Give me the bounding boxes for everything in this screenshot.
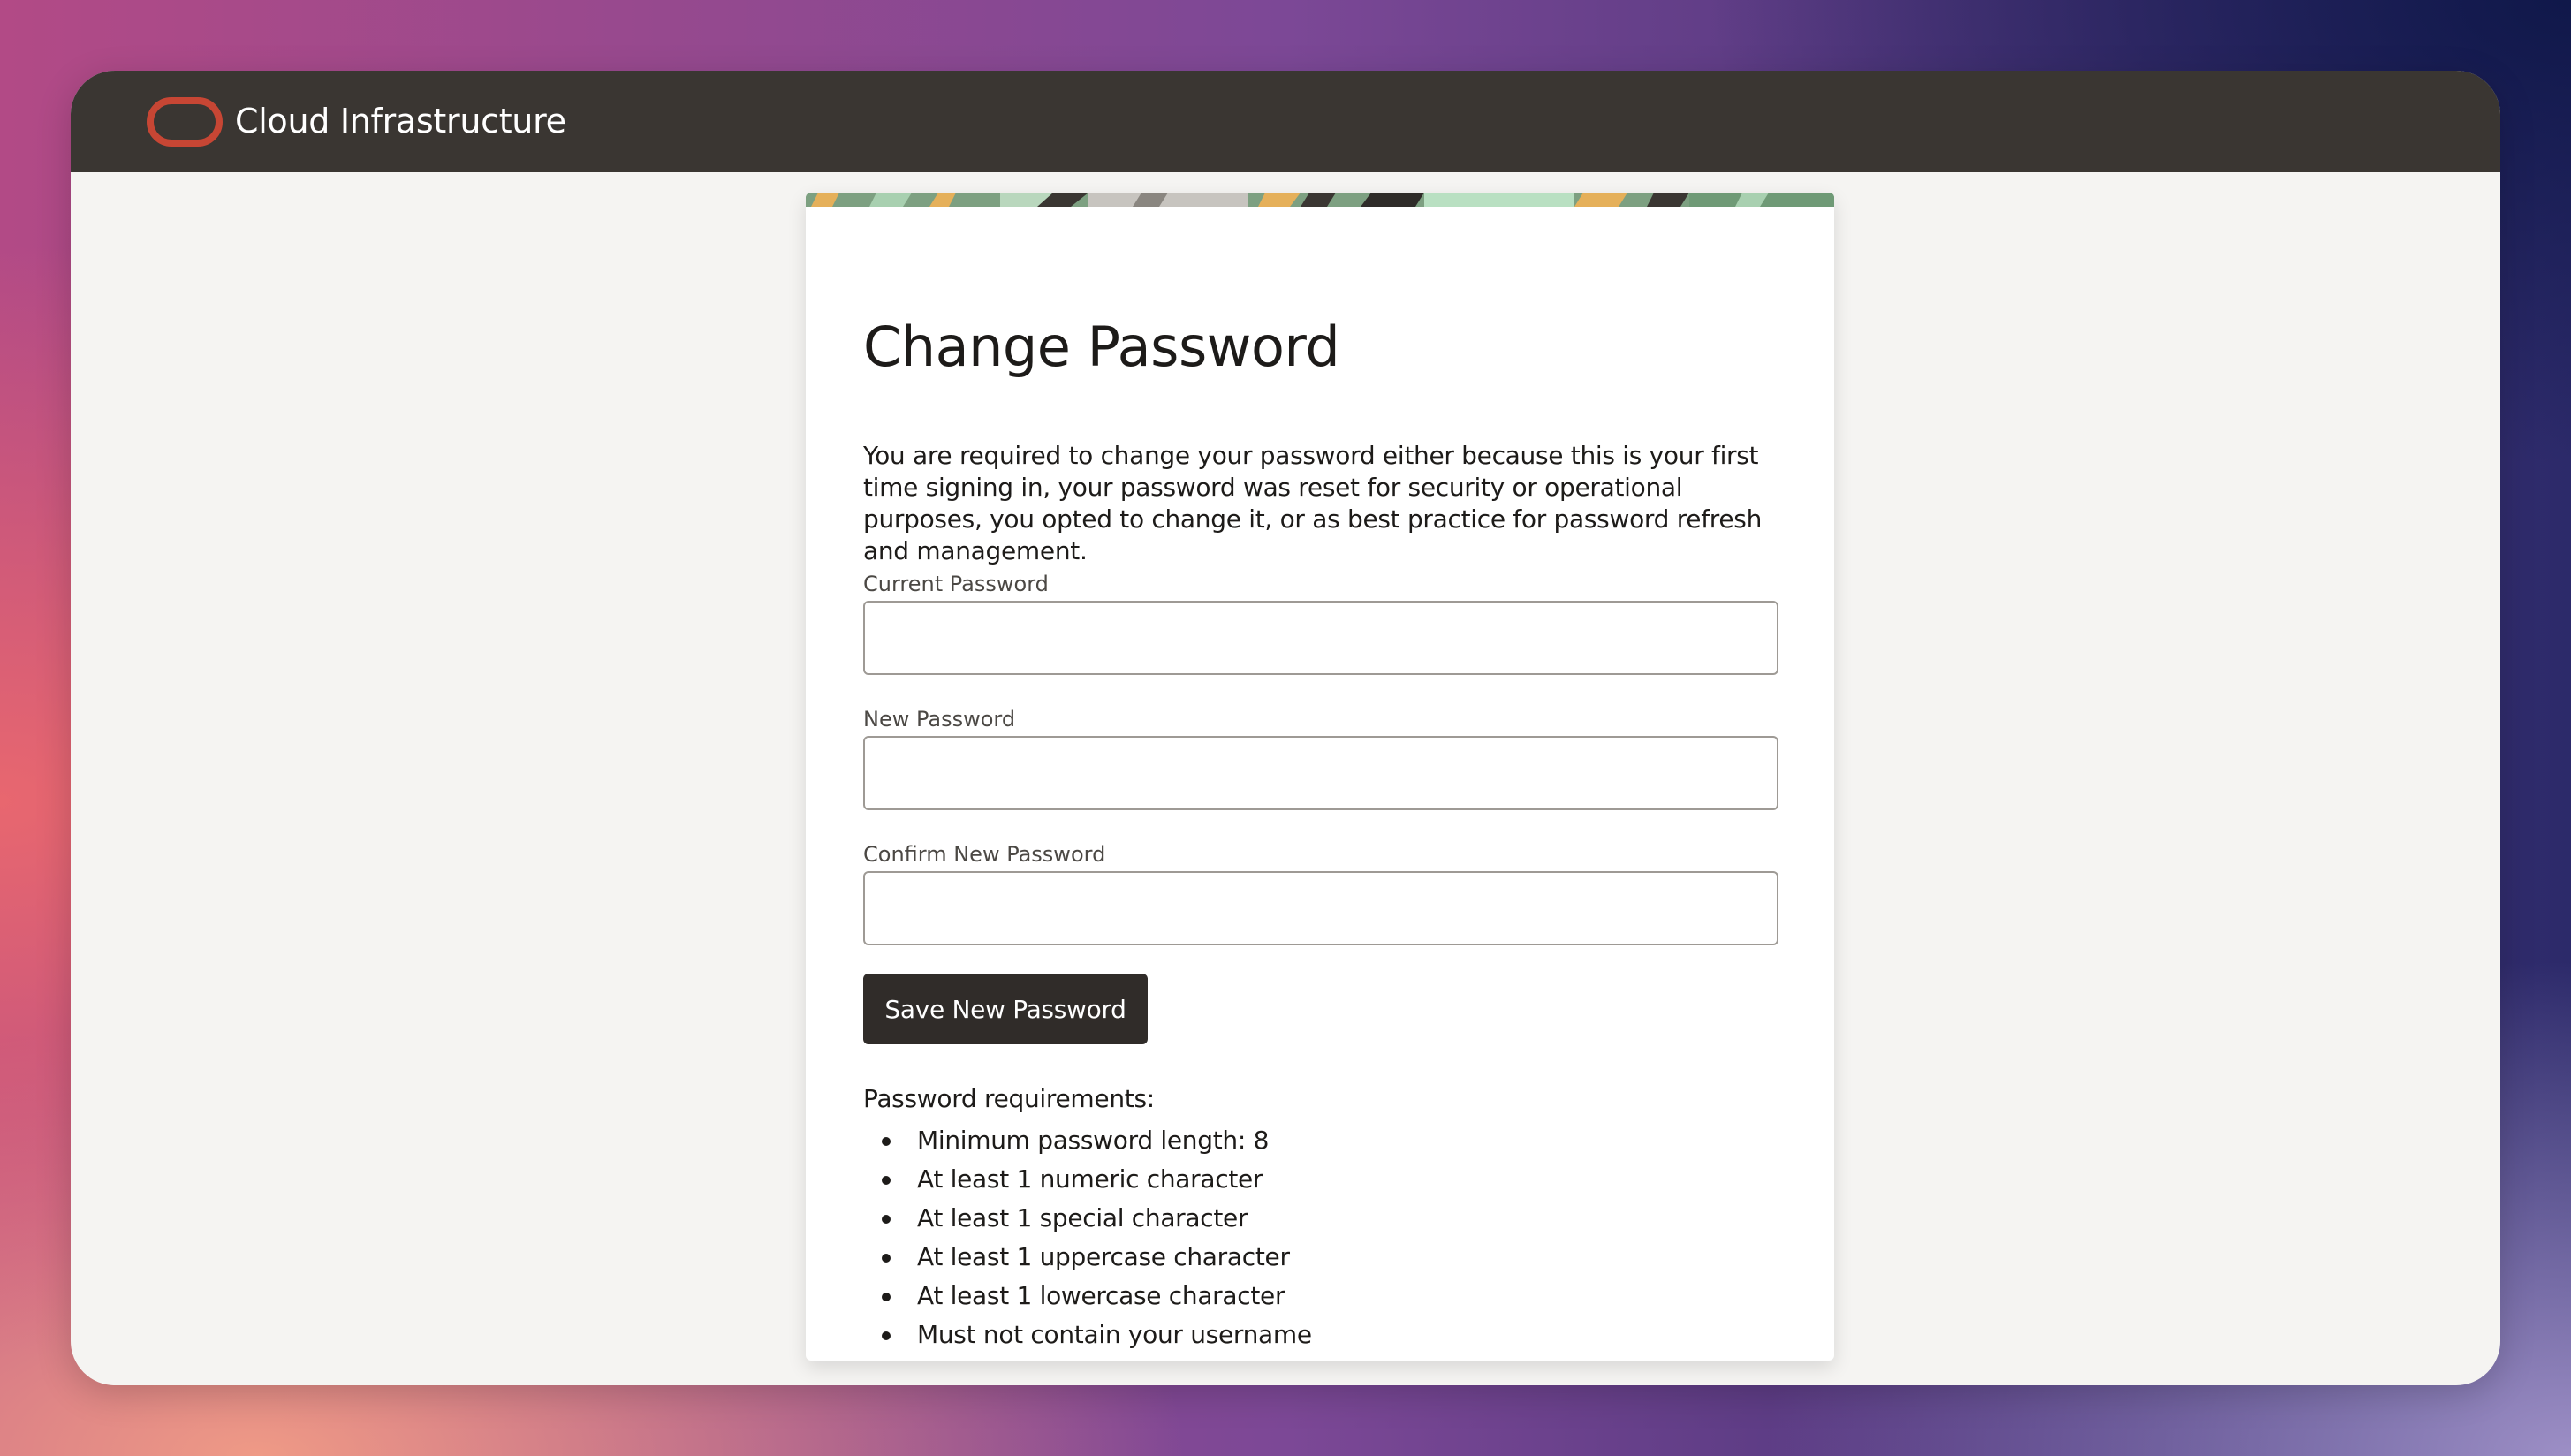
requirements-list: Minimum password length: 8 At least 1 nu… [863,1121,1312,1354]
save-new-password-button[interactable]: Save New Password [863,974,1148,1044]
requirement-item: Must not contain your username [863,1316,1312,1354]
oracle-logo-icon [147,97,223,147]
new-password-label: New Password [863,707,1016,732]
requirement-text: Must not contain your username [917,1320,1312,1349]
requirement-text: At least 1 lowercase character [917,1281,1286,1310]
requirement-item: At least 1 lowercase character [863,1277,1312,1316]
page-title: Change Password [863,315,1340,379]
requirement-item: At least 1 special character [863,1199,1312,1238]
bullet-icon [882,1293,891,1301]
requirement-item: At least 1 numeric character [863,1160,1312,1199]
description-text: You are required to change your password… [863,441,1763,565]
requirement-text: Minimum password length: 8 [917,1126,1270,1155]
requirements-title: Password requirements: [863,1084,1155,1113]
bullet-icon [882,1331,891,1340]
requirement-item: Minimum password length: 8 [863,1121,1312,1160]
bullet-icon [882,1137,891,1146]
brand-name: Cloud Infrastructure [235,102,566,140]
requirement-text: At least 1 special character [917,1203,1248,1232]
current-password-input[interactable] [863,601,1778,675]
top-bar: Cloud Infrastructure [71,71,2500,172]
requirement-item: At least 1 uppercase character [863,1238,1312,1277]
confirm-new-password-label: Confirm New Password [863,842,1106,867]
change-password-card: Change Password You are required to chan… [806,193,1834,1361]
browser-window: Cloud Infrastructure Change Password You… [71,71,2500,1385]
requirement-text: At least 1 uppercase character [917,1242,1290,1271]
bullet-icon [882,1254,891,1263]
requirement-text: At least 1 numeric character [917,1164,1263,1194]
bullet-icon [882,1176,891,1185]
decorative-banner [806,193,1834,207]
confirm-new-password-input[interactable] [863,871,1778,945]
current-password-label: Current Password [863,572,1049,596]
new-password-input[interactable] [863,736,1778,810]
bullet-icon [882,1215,891,1224]
